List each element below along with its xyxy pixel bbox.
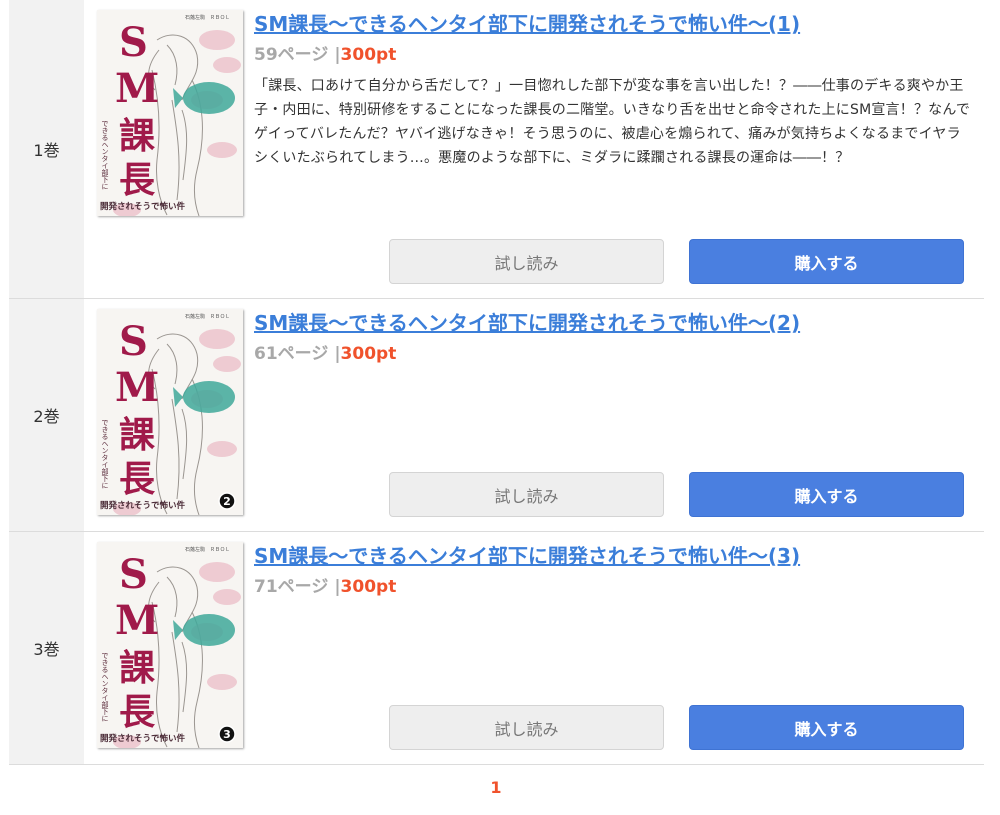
volume-meta: 59ページ |300pt: [254, 40, 396, 65]
page-count: 61ページ: [254, 344, 329, 364]
volume-number: 2巻: [9, 299, 84, 531]
cover-credit: 石蕗左駒 ＲＢＯＬ: [185, 546, 230, 553]
cover-title-glyph: S: [119, 551, 148, 598]
cover-side-text: できるヘンタイ部下に: [101, 120, 109, 190]
cover-illustration: 石蕗左駒 ＲＢＯＬ SM課長 できるヘンタイ部下に開発されそうで怖い件 2: [97, 309, 243, 515]
volume-meta: 71ページ |300pt: [254, 572, 396, 597]
cover-title-glyph: S: [119, 318, 148, 365]
buy-button[interactable]: 購入する: [689, 239, 964, 284]
price: 300pt: [340, 577, 397, 597]
buy-button[interactable]: 購入する: [689, 705, 964, 750]
volume-row: 2巻 石蕗左駒 ＲＢＯＬ S M 課長 できるヘンタイ部下に開発されそうで怖い件 2 SM…: [9, 299, 984, 532]
cover-illustration: 石蕗左駒 ＲＢＯＬ SM課長 できるヘンタイ部下に開発されそうで怖い件: [97, 10, 243, 216]
cover-bottom-text: 開発されそうで怖い件: [100, 201, 186, 212]
cover-bottom-text: 開発されそうで怖い件: [100, 733, 186, 744]
cover-title-glyph: 長: [119, 458, 156, 500]
cover-title-glyph: 課: [119, 414, 155, 456]
volume-list: 1巻 石蕗左駒 ＲＢＯＬ S M 課長できるヘンタイ部下に 開発されそうで怖い件 SM課…: [9, 0, 984, 765]
cover-title-glyph: M: [115, 597, 159, 644]
volume-description: 「課長、口あけて自分から舌だして？」一目惚れした部下が変な事を言い出した！？――…: [254, 78, 971, 166]
trial-read-button[interactable]: 試し読み: [389, 239, 664, 284]
volume-number: 1巻: [9, 0, 84, 298]
buy-button[interactable]: 購入する: [689, 472, 964, 517]
cover-side-text: できるヘンタイ部下に: [101, 652, 109, 722]
cover-title-glyph: M: [115, 364, 159, 411]
cover-image[interactable]: 石蕗左駒 ＲＢＯＬ S M 課長 できるヘンタイ部下に開発されそうで怖い件 3: [97, 542, 243, 748]
price: 300pt: [340, 45, 397, 65]
cover-bottom-text: 開発されそうで怖い件: [100, 500, 186, 511]
current-page-number[interactable]: 1: [490, 778, 501, 797]
trial-read-button[interactable]: 試し読み: [389, 705, 664, 750]
volume-row: 1巻 石蕗左駒 ＲＢＯＬ S M 課長 できるヘンタイ部下に開発されそうで怖い件 SM課…: [9, 0, 984, 299]
cover-title-glyph: 課: [119, 115, 155, 157]
cover-credit: 石蕗左駒 ＲＢＯＬ: [185, 14, 230, 21]
cover-illustration: 石蕗左駒 ＲＢＯＬ SM課長 できるヘンタイ部下に開発されそうで怖い件 3: [97, 542, 243, 748]
pagination: 1: [0, 778, 1000, 797]
cover-image[interactable]: 石蕗左駒 ＲＢＯＬ S M 課長 できるヘンタイ部下に開発されそうで怖い件 2: [97, 309, 243, 515]
cover-volume-badge: 2: [223, 495, 231, 508]
cover-side-text: できるヘンタイ部下に: [101, 419, 109, 489]
cover-title-glyph: M: [115, 65, 159, 112]
cover-title-glyph: 長: [119, 691, 156, 733]
volume-title-link[interactable]: SM課長～できるヘンタイ部下に開発されそうで怖い件～(3): [254, 540, 800, 569]
cover-credit: 石蕗左駒 ＲＢＯＬ: [185, 313, 230, 320]
page-count: 71ページ: [254, 577, 329, 597]
price: 300pt: [340, 344, 397, 364]
cover-title-glyph: 長: [119, 159, 156, 201]
volume-meta: 61ページ |300pt: [254, 339, 396, 364]
cover-image[interactable]: 石蕗左駒 ＲＢＯＬ S M 課長 できるヘンタイ部下に開発されそうで怖い件: [97, 10, 243, 216]
cover-title-glyph: 課: [119, 647, 155, 689]
volume-number: 3巻: [9, 532, 84, 764]
volume-row: 3巻 石蕗左駒 ＲＢＯＬ S M 課長 できるヘンタイ部下に開発されそうで怖い件 3 SM…: [9, 532, 984, 765]
trial-read-button[interactable]: 試し読み: [389, 472, 664, 517]
cover-title-glyph: S: [119, 19, 148, 66]
page-count: 59ページ: [254, 45, 329, 65]
volume-title-link[interactable]: SM課長～できるヘンタイ部下に開発されそうで怖い件～(1): [254, 8, 800, 37]
cover-volume-badge: 3: [223, 728, 231, 741]
volume-title-link[interactable]: SM課長～できるヘンタイ部下に開発されそうで怖い件～(2): [254, 307, 800, 336]
